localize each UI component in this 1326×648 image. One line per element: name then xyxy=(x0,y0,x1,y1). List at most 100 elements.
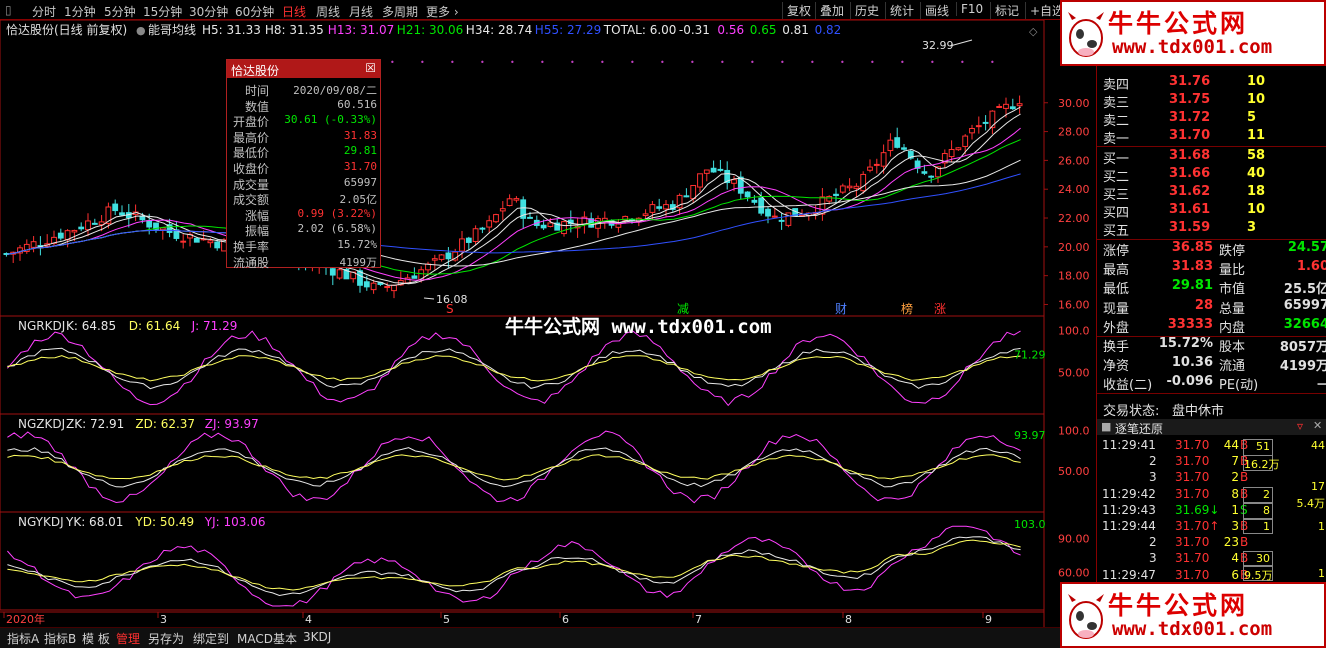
date-label: 4 xyxy=(305,613,312,626)
toolbar-toggle-icon[interactable]: ▯ xyxy=(5,3,12,17)
stat-label: 股本 xyxy=(1219,340,1246,355)
period-tab[interactable]: 月线 xyxy=(349,3,373,20)
stat-value: 65997 xyxy=(1283,297,1326,313)
tick-price: 31.70 xyxy=(1175,486,1210,501)
indicator-last-value: 93.97 xyxy=(1014,429,1046,442)
dot-marker: • xyxy=(450,58,455,67)
popup-row-value: 31.70 xyxy=(343,160,377,173)
tab-indicator-a[interactable]: 指标A xyxy=(7,630,39,647)
period-tab[interactable]: 60分钟 xyxy=(235,3,274,20)
ask-level-name: 卖四 xyxy=(1103,78,1130,93)
panel-value: J: 71.29 xyxy=(191,319,238,333)
logo-url: www.tdx001.com xyxy=(1112,36,1273,58)
tick-volume: 6 xyxy=(1231,567,1239,582)
tick-time: 11:29:41 xyxy=(1102,438,1156,452)
low-marker-arrow xyxy=(423,297,435,300)
candle xyxy=(459,238,465,252)
period-tab[interactable]: 多周期 xyxy=(382,3,418,20)
price-label: 28.00 xyxy=(1058,126,1090,139)
tab-bind-to[interactable]: 绑定到 xyxy=(193,630,229,647)
candle xyxy=(1016,103,1023,107)
tab-manage[interactable]: 管理 xyxy=(116,630,140,647)
chart-markers: 32.9916.08S减财榜涨•••••••••••••••••••••• xyxy=(360,39,995,316)
dot-marker: • xyxy=(930,58,935,67)
overlay-button[interactable]: 叠加 xyxy=(815,2,848,19)
diamond-icon[interactable]: ◇ xyxy=(1029,25,1038,38)
candle xyxy=(996,106,1003,109)
indicator-name[interactable]: 能哥均线 xyxy=(148,23,196,37)
tick-price: 31.69↓ xyxy=(1175,502,1220,517)
candle xyxy=(615,223,622,228)
dot-marker: • xyxy=(420,58,425,67)
filter-icon[interactable]: ▿ xyxy=(1297,419,1303,433)
popup-row-value: 2020/09/08/二 xyxy=(293,84,377,97)
ask-price: 31.75 xyxy=(1169,92,1211,107)
period-tab[interactable]: 15分钟 xyxy=(143,3,182,20)
tab-template[interactable]: 模 板 xyxy=(82,630,110,647)
close-icon[interactable]: ☒ xyxy=(365,61,376,75)
dot-marker: • xyxy=(660,58,665,67)
period-tab[interactable]: 5分钟 xyxy=(104,3,136,20)
candle xyxy=(751,199,758,203)
tick-price: 31.70 xyxy=(1175,470,1210,485)
tick-price: 31.70 xyxy=(1175,438,1210,452)
candle xyxy=(880,152,887,167)
history-button[interactable]: 历史 xyxy=(850,2,883,19)
bid-level-name: 买五 xyxy=(1103,224,1130,239)
popup-row-label: 最高价 xyxy=(232,130,269,145)
tick-side: B xyxy=(1240,470,1249,485)
period-tab[interactable]: 30分钟 xyxy=(189,3,228,20)
candle xyxy=(703,169,710,174)
tick-side-aggregate: 1 xyxy=(1318,520,1325,533)
ma-value: H8: 31.35 xyxy=(265,23,324,37)
ma-line xyxy=(7,139,1021,275)
indicator-settings-icon[interactable]: ● xyxy=(136,24,146,37)
period-tab[interactable]: 1分钟 xyxy=(64,3,96,20)
period-tab[interactable]: 分时 xyxy=(32,3,56,20)
ask-volume: 10 xyxy=(1247,92,1266,107)
period-tab-active[interactable]: 日线 xyxy=(282,3,306,20)
fuquan-button[interactable]: 复权 xyxy=(782,2,815,19)
bid-level-name: 买二 xyxy=(1103,170,1130,185)
draw-button[interactable]: 画线 xyxy=(920,2,953,19)
candle xyxy=(411,275,418,279)
period-tab[interactable]: 更多 › xyxy=(426,3,459,20)
tick-price: 31.70 xyxy=(1175,567,1210,582)
candle xyxy=(969,128,975,134)
period-tab[interactable]: 周线 xyxy=(316,3,340,20)
candle xyxy=(214,241,221,249)
close-icon[interactable]: ✕ xyxy=(1313,419,1322,432)
dot-marker: • xyxy=(750,58,755,67)
candle xyxy=(846,185,853,189)
tab-save-as[interactable]: 另存为 xyxy=(148,630,184,647)
bid-price: 31.59 xyxy=(1169,220,1211,235)
candle xyxy=(948,149,955,158)
candle xyxy=(112,203,119,212)
tab-macd[interactable]: MACD基本 xyxy=(237,630,297,647)
price-label: 16.00 xyxy=(1058,298,1090,311)
mark-button[interactable]: 标记 xyxy=(990,2,1023,19)
ticks-header-bar: ■ 逐笔还原 ▿ ✕ xyxy=(1097,419,1326,436)
panel-title: NGZKDJ xyxy=(18,417,65,431)
collapse-icon[interactable]: ■ xyxy=(1101,420,1111,433)
popup-row-value: 2.05亿 xyxy=(339,193,378,207)
ask-level-name: 卖一 xyxy=(1103,132,1130,147)
indicator-axis-label: 50.00 xyxy=(1058,465,1090,478)
dot-marker: • xyxy=(960,58,965,67)
stats-button[interactable]: 统计 xyxy=(885,2,918,19)
ma-value: 0.65 xyxy=(750,23,777,37)
stat-value: 10.36 xyxy=(1171,355,1213,371)
panel-title: NGRKDJ xyxy=(18,319,65,333)
candle xyxy=(57,232,64,239)
tick-volume: 23 xyxy=(1223,535,1239,550)
candle xyxy=(833,193,839,197)
tick-volume: 7 xyxy=(1231,454,1239,469)
ma-value: H21: 30.06 xyxy=(397,23,464,37)
ask-level-name: 卖三 xyxy=(1103,96,1130,111)
logo-watermark-bottom: 牛牛公式网 www.tdx001.com xyxy=(1060,582,1326,648)
ma-value: H55: 27.29 xyxy=(535,23,602,37)
indicator-axis-label: 100.0 xyxy=(1058,424,1090,437)
tab-3kdj[interactable]: 3KDJ xyxy=(303,630,331,644)
f10-button[interactable]: F10 xyxy=(956,2,987,16)
tab-indicator-b[interactable]: 指标B xyxy=(44,630,76,647)
